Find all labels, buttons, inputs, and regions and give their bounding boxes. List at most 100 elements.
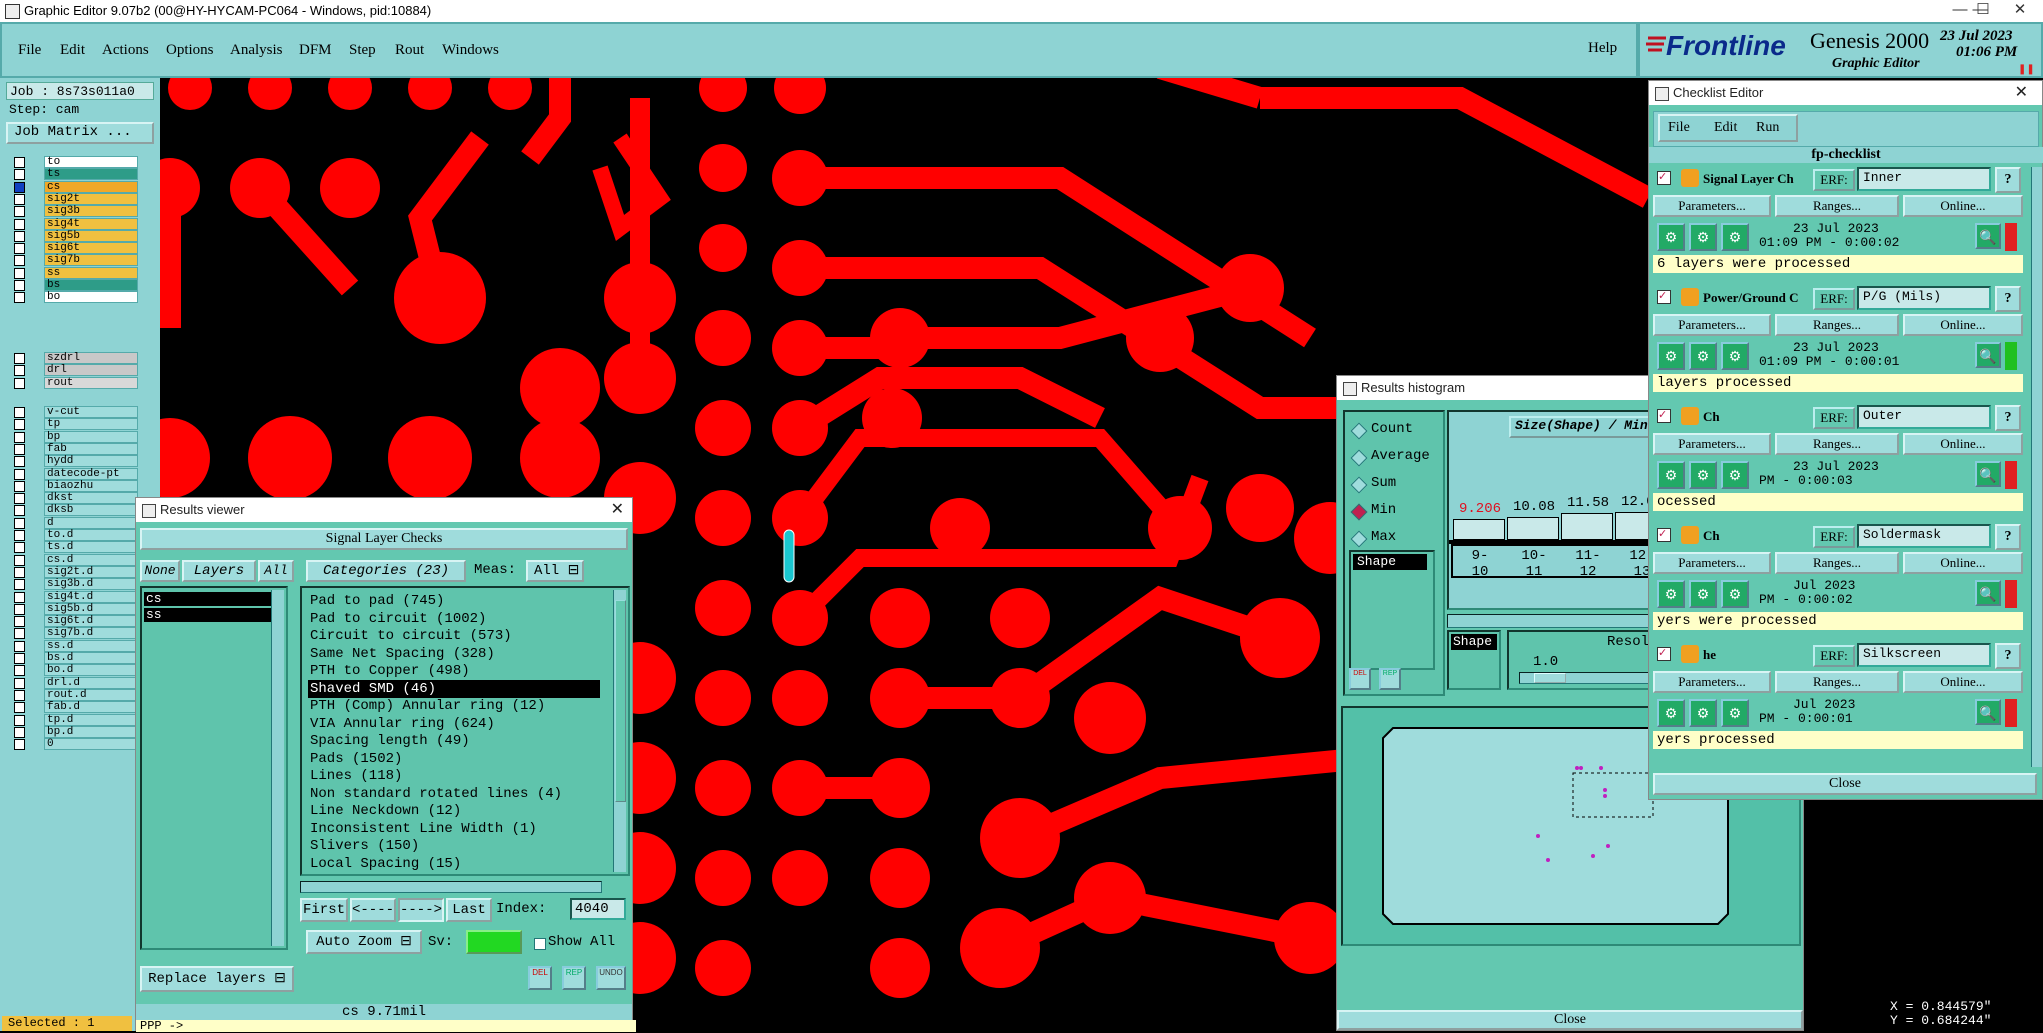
layer-row[interactable]: bs.d [10,652,138,664]
action-checkbox[interactable]: ✓ [1657,171,1671,185]
zoom-icon[interactable]: 🔍 [1975,699,2001,725]
run-icon[interactable]: ⚙ [1689,580,1717,608]
layer-row[interactable]: cs [10,180,138,193]
category-item[interactable]: Spacing length (49) [308,732,600,750]
run-icon[interactable]: ⚙ [1689,223,1717,251]
layer-row[interactable]: tp.d [10,713,138,726]
layer-checkbox[interactable] [14,628,25,640]
layer-checkbox[interactable] [14,193,25,205]
layer-row[interactable]: v-cut [10,406,138,418]
category-item[interactable]: Pad to circuit (1002) [308,610,600,628]
layer-row[interactable]: ts.d [10,541,138,554]
layer-checkbox[interactable] [14,665,25,677]
ranges-button[interactable]: Ranges... [1775,195,1899,217]
check-name-header[interactable]: Signal Layer Checks [140,528,628,550]
checklist-close-button[interactable]: Close [1653,773,2037,795]
parameters-button[interactable]: Parameters... [1653,552,1771,574]
rep-button[interactable]: REP [562,966,586,990]
layer-checkbox[interactable] [14,493,25,505]
layer-row[interactable]: hydd [10,455,138,468]
replace-layers-dropdown[interactable]: Replace layers ⊟ [140,966,294,992]
run-icon[interactable]: ⚙ [1721,342,1749,370]
online-button[interactable]: Online... [1903,314,2023,336]
layer-checkbox[interactable] [14,181,25,193]
checklist-menu-run[interactable]: Run [1756,120,1779,136]
layer-row[interactable]: rout.d [10,688,138,701]
ranges-button[interactable]: Ranges... [1775,671,1899,693]
layer-row[interactable]: 0 [10,738,138,751]
parameters-button[interactable]: Parameters... [1653,195,1771,217]
layer-row[interactable]: sig6t [10,242,138,255]
layer-row[interactable]: bp [10,430,138,443]
layer-row[interactable]: datecode-pt [10,467,138,480]
categories-hscrollbar[interactable] [300,881,602,893]
layer-checkbox[interactable] [14,431,25,443]
checklist-menu-edit[interactable]: Edit [1714,120,1737,136]
layer-row[interactable]: fab [10,442,138,455]
layer-row[interactable]: bo.d [10,664,138,677]
layer-row[interactable]: ss.d [10,639,138,652]
action-checkbox[interactable]: ✓ [1657,290,1671,304]
layer-checkbox[interactable] [14,677,25,689]
action-name[interactable]: Power/Ground C [1703,290,1813,306]
help-button[interactable]: ? [1995,643,2021,669]
layer-checkbox[interactable] [14,505,25,517]
all-button[interactable]: All [258,560,294,582]
del-button[interactable]: DEL [1349,668,1371,690]
categories-button[interactable]: Categories (23) [306,560,466,582]
layer-row[interactable]: sig2t [10,192,138,205]
erf-value[interactable]: Outer [1857,405,1991,429]
menu-analysis[interactable]: Analysis [230,42,283,59]
del-button[interactable]: DEL [528,966,552,990]
next-button[interactable]: ----> [398,898,444,922]
close-icon[interactable]: ✕ [2015,81,2028,105]
layer-row[interactable]: sig6t.d [10,615,138,628]
category-item[interactable]: PTH to Copper (498) [308,662,600,680]
layer-checkbox[interactable] [14,267,25,279]
maximize-icon[interactable]: ☐ [1963,0,2003,22]
action-checkbox[interactable]: ✓ [1657,528,1671,542]
category-item[interactable]: Local Spacing (15) [308,855,600,873]
histogram-bar[interactable] [1453,518,1505,540]
aggregate-option[interactable]: Max [1350,528,1441,548]
layer-checkbox[interactable] [14,591,25,603]
layer-checkbox[interactable] [14,353,25,364]
run-icon[interactable]: ⚙ [1721,699,1749,727]
layer-checkbox[interactable] [14,407,25,418]
parameters-button[interactable]: Parameters... [1653,314,1771,336]
categories-scrollbar[interactable] [613,590,626,872]
zoom-icon[interactable]: 🔍 [1975,342,2001,368]
histogram-bar[interactable] [1561,513,1613,540]
run-icon[interactable]: ⚙ [1721,223,1749,251]
layer-row[interactable]: sig5b.d [10,602,138,615]
category-item[interactable]: Circuit to circuit (573) [308,627,600,645]
category-item[interactable]: Non standard rotated lines (4) [308,785,600,803]
layer-row[interactable]: to [10,156,138,168]
layer-list-item[interactable]: cs [144,592,276,606]
parameters-button[interactable]: Parameters... [1653,671,1771,693]
online-button[interactable]: Online... [1903,433,2023,455]
layer-checkbox[interactable] [14,230,25,242]
layer-checkbox[interactable] [14,517,25,529]
menu-help-label[interactable]: Help [1588,40,1617,57]
zoom-icon[interactable]: 🔍 [1975,223,2001,249]
run-icon[interactable]: ⚙ [1689,342,1717,370]
layer-row[interactable]: sig7b [10,254,138,267]
layer-row[interactable]: sig7b.d [10,627,138,640]
online-button[interactable]: Online... [1903,671,2023,693]
category-item[interactable]: Shaved SMD (46) [308,679,600,698]
shape-list-item[interactable]: Shape [1353,554,1427,570]
layer-checkbox[interactable] [14,726,25,738]
layer-checkbox[interactable] [14,739,25,751]
layer-checkbox[interactable] [14,530,25,541]
histogram-bar[interactable] [1507,516,1559,540]
help-button[interactable]: ? [1995,286,2021,312]
layer-row[interactable]: dksb [10,504,138,517]
layer-checkbox[interactable] [14,468,25,480]
layer-row[interactable]: bo [10,291,138,304]
aggregate-option[interactable]: Average [1350,447,1441,467]
none-button[interactable]: None [140,560,180,582]
category-item[interactable]: Same Net Spacing (328) [308,645,600,663]
layer-row[interactable]: fab.d [10,701,138,714]
menu-options[interactable]: Options [166,42,214,59]
